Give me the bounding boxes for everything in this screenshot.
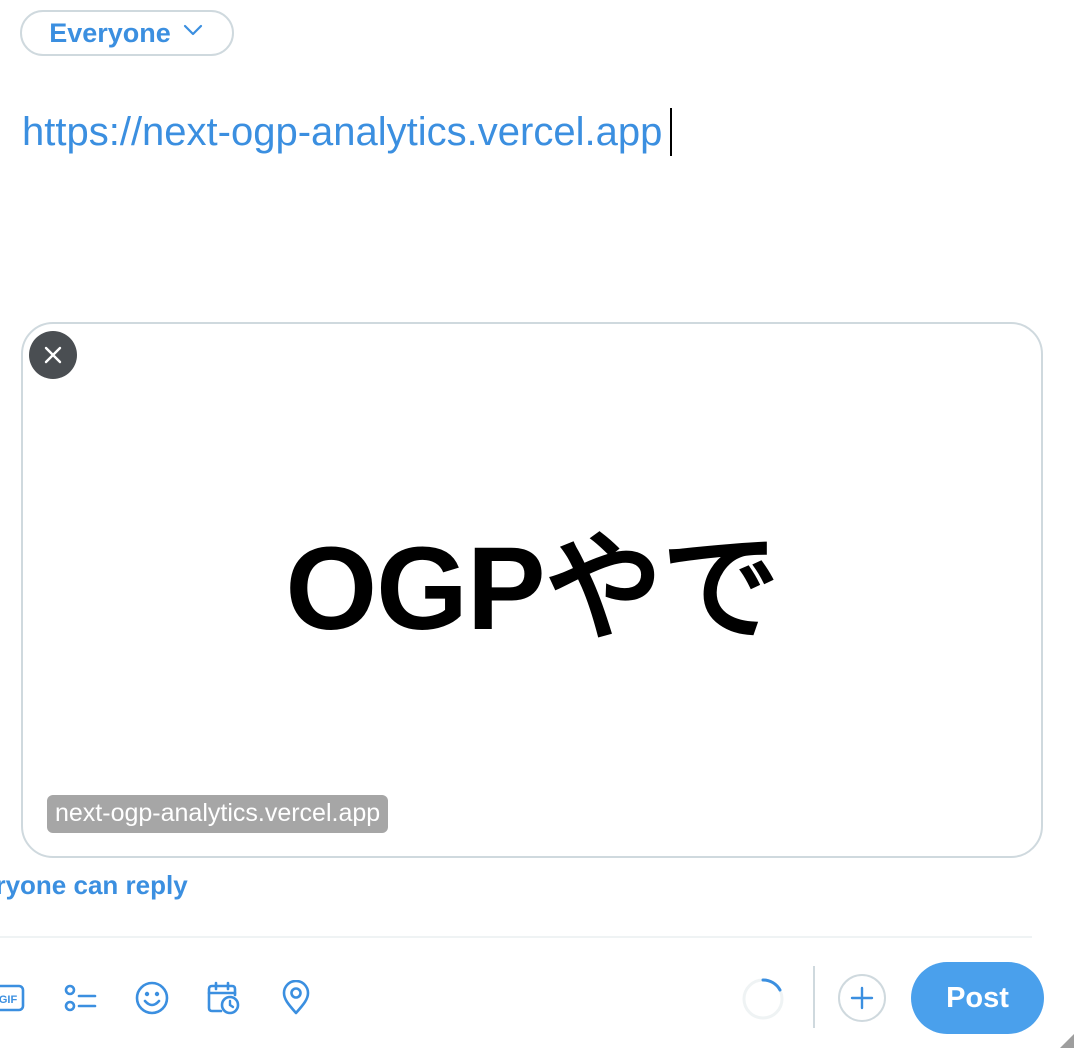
- text-caret: [670, 108, 673, 156]
- poll-icon: [62, 980, 98, 1016]
- audience-label: Everyone: [49, 17, 171, 48]
- resize-handle[interactable]: [1060, 1034, 1074, 1048]
- gif-button[interactable]: GIF: [0, 978, 28, 1018]
- location-button[interactable]: [276, 978, 316, 1018]
- reply-setting-button[interactable]: eryone can reply: [0, 870, 188, 901]
- tweet-composer: Everyone https://next-ogp-analytics.verc…: [0, 0, 1074, 1048]
- composer-textarea[interactable]: https://next-ogp-analytics.vercel.app: [22, 108, 673, 156]
- post-button[interactable]: Post: [911, 962, 1044, 1034]
- chevron-down-icon: [181, 18, 205, 49]
- card-image-text: OGPやで: [285, 523, 779, 655]
- gif-text: GIF: [0, 994, 17, 1006]
- gif-icon: GIF: [0, 980, 26, 1016]
- link-preview-card[interactable]: OGPやで next-ogp-analytics.vercel.app: [21, 322, 1043, 858]
- audience-selector[interactable]: Everyone: [20, 10, 234, 56]
- schedule-button[interactable]: [203, 978, 243, 1018]
- character-count-ring: [740, 976, 786, 1022]
- composer-link-text: https://next-ogp-analytics.vercel.app: [22, 109, 663, 154]
- poll-button[interactable]: [60, 978, 100, 1018]
- card-domain-badge: next-ogp-analytics.vercel.app: [47, 795, 389, 833]
- close-icon: [41, 343, 65, 367]
- toolbar-separator: [813, 966, 815, 1028]
- add-post-button[interactable]: [838, 974, 886, 1022]
- plus-icon: [849, 985, 875, 1011]
- schedule-icon: [205, 980, 241, 1016]
- toolbar-divider: [0, 936, 1032, 938]
- emoji-button[interactable]: [132, 978, 172, 1018]
- location-icon: [278, 980, 314, 1016]
- emoji-icon: [134, 980, 170, 1016]
- remove-card-button[interactable]: [29, 331, 77, 379]
